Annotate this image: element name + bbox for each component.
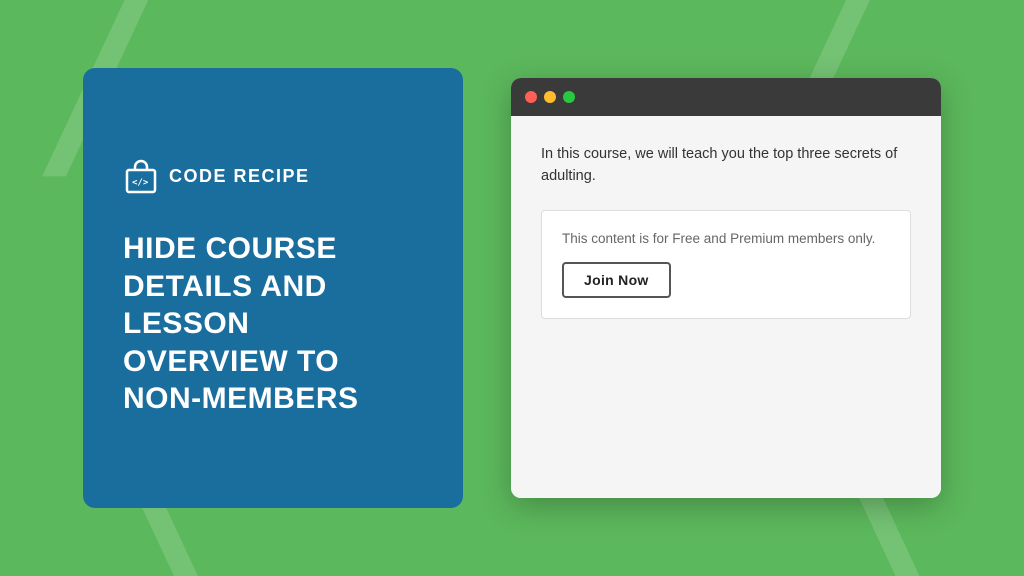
- maximize-dot: [563, 91, 575, 103]
- close-dot: [525, 91, 537, 103]
- svg-text:</>: </>: [132, 178, 149, 188]
- logo-area: </> CODE RECIPE: [123, 158, 423, 194]
- join-now-button[interactable]: Join Now: [562, 262, 671, 298]
- membership-box: This content is for Free and Premium mem…: [541, 210, 911, 319]
- browser-titlebar: [511, 78, 941, 116]
- course-description: In this course, we will teach you the to…: [541, 144, 911, 188]
- minimize-dot: [544, 91, 556, 103]
- browser-mockup: In this course, we will teach you the to…: [511, 78, 941, 498]
- membership-text: This content is for Free and Premium mem…: [562, 231, 890, 246]
- browser-content: In this course, we will teach you the to…: [511, 116, 941, 498]
- left-card: </> CODE RECIPE HIDE COURSE DETAILS AND …: [83, 68, 463, 508]
- shopping-bag-code-icon: </>: [123, 158, 159, 194]
- logo-text: CODE RECIPE: [169, 166, 310, 187]
- card-title: HIDE COURSE DETAILS AND LESSON OVERVIEW …: [123, 230, 423, 418]
